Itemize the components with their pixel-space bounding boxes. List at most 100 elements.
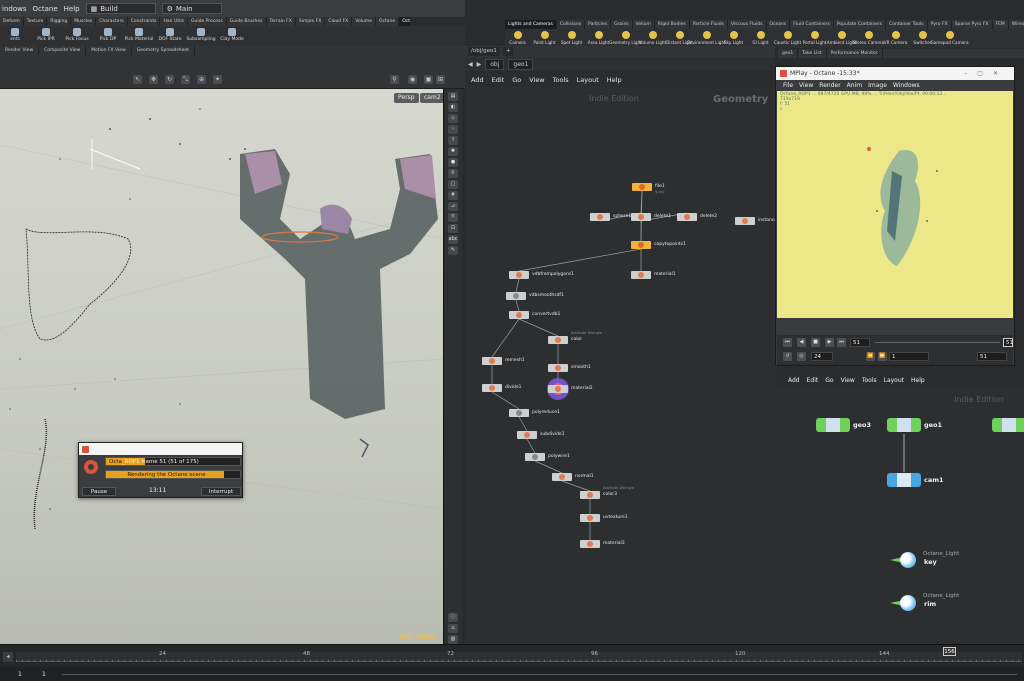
shelf-tab[interactable]: Wires [1009,20,1024,29]
network-node[interactable] [525,453,545,461]
pose-tool-icon[interactable]: ✦ [213,75,222,84]
network-node[interactable] [580,540,600,548]
menu-item[interactable]: View [529,76,544,84]
shelf-tool[interactable]: Pick DP [95,26,121,46]
home-icon[interactable]: ⌂ [448,624,458,633]
menu-item[interactable]: Add [788,377,800,384]
shelf-tab[interactable]: Texture [24,17,48,26]
wireframe-icon[interactable]: ◇ [448,114,458,123]
pause-button[interactable]: Pause [82,487,116,496]
paint-icon[interactable]: ✎ [448,246,458,255]
shelf-tab[interactable]: Rigging [47,17,72,26]
light-shelf-tool[interactable]: Switcher [910,29,935,48]
network-node[interactable] [735,217,755,225]
display-options-icon[interactable]: ◉ [408,75,417,84]
shelf-tool[interactable]: Pick IPR [33,26,59,46]
pane-tab[interactable]: Composite View [39,46,87,55]
menu-item[interactable]: View [799,82,813,89]
shelf-tab[interactable]: Lights and Cameras [505,20,557,29]
pane-tab[interactable]: Motion FX View [86,46,132,55]
network-node[interactable] [482,357,502,365]
shelf-tab[interactable]: Simple FX [296,17,326,26]
menu-item[interactable]: Anim [847,82,862,89]
shelf-tool[interactable]: Pick Material [125,26,153,46]
range-current[interactable]: 1 [42,670,46,679]
node-light-rim[interactable] [890,595,920,611]
scale-tool-icon[interactable]: ⤡ [181,75,190,84]
node-geo-extra[interactable] [992,418,1024,432]
menu-octane[interactable]: Octane [32,5,57,13]
pane-tab[interactable]: Take List [798,49,827,58]
node-light-key[interactable] [890,552,920,568]
lock-camera-icon[interactable]: ▤ [448,92,458,101]
camera-persp-chip[interactable]: Persp [394,93,419,103]
network-node[interactable] [631,271,651,279]
object-network-canvas[interactable]: Indie Edition geo3 geo1 cam1 Octane_Ligh… [778,387,1024,644]
menu-item[interactable]: Render [819,82,840,89]
loop-icon[interactable]: ↺ [783,352,792,361]
light-shelf-tool[interactable]: Portal Light [802,29,827,48]
shelf-tab[interactable]: Viscous Fluids [728,20,767,29]
timeline-bar[interactable]: 24 48 72 96 120 144 [16,651,1022,662]
shelf-tool[interactable]: Subsampling [186,26,216,46]
network-node[interactable] [631,213,651,221]
shelf-tab[interactable]: Hair Utils [160,17,189,26]
pin-icon[interactable]: ⚲ [390,75,399,84]
range-end-icon[interactable]: ⏩ [878,352,887,361]
network-node[interactable] [590,213,610,221]
first-frame-icon[interactable]: ⏮ [783,338,792,347]
stop-icon[interactable]: ■ [811,338,820,347]
network-node[interactable] [677,213,697,221]
handle-tool-icon[interactable]: ⊕ [197,75,206,84]
geometry-network-canvas[interactable]: Indie Edition Geometry file1 $.obj sphere1… [465,87,777,644]
network-node[interactable] [548,336,568,344]
menu-item[interactable]: Go [825,377,833,384]
shelf-tab[interactable]: Octane [376,17,400,26]
network-node[interactable] [631,241,651,249]
menu-item[interactable]: Help [607,76,622,84]
shelf-tab[interactable]: Terrain FX [267,17,296,26]
network-node[interactable] [552,473,572,481]
realtime-icon[interactable]: ◎ [797,352,806,361]
node-cam1[interactable] [887,473,921,487]
menu-item[interactable]: Help [911,377,925,384]
shelf-tab[interactable]: Cloud FX [325,17,353,26]
light-shelf-tool[interactable]: Ambient Light [827,29,856,48]
prev-frame-icon[interactable]: ◀ [797,338,806,347]
shelf-tool[interactable]: DOF State [157,26,183,46]
zoom-field[interactable]: 24 [811,352,833,361]
menu-item[interactable]: View [841,377,855,384]
shelf-tab[interactable]: Vellum [633,20,655,29]
shelf-tab[interactable]: Particles [585,20,612,29]
path-obj[interactable]: obj [485,58,505,70]
shading-icon[interactable]: ● [448,158,458,167]
menu-item[interactable]: Go [512,76,521,84]
menu-item[interactable]: Layout [884,377,904,384]
box-icon[interactable]: ▢ [448,180,458,189]
play-icon[interactable]: ▶ [825,338,834,347]
shelf-tab[interactable]: Guide Brushes [227,17,267,26]
shelf-tool[interactable]: Clay Mode [219,26,245,46]
interrupt-button[interactable]: Interrupt [201,487,241,496]
shelf-tab[interactable]: Sparse Pyro FX [952,20,993,29]
network-node[interactable] [509,311,529,319]
path-tab[interactable]: /obj/geo1 [468,47,500,56]
menu-item[interactable]: Windows [893,82,920,89]
pane-tab[interactable]: Performance Monitor [827,49,883,58]
move-tool-icon[interactable]: ✥ [149,75,158,84]
ghost-icon[interactable]: ◐ [448,103,458,112]
shelf-tab[interactable]: Container Tools [886,20,928,29]
menu-item[interactable]: Edit [492,76,505,84]
menu-help[interactable]: Help [64,5,80,13]
shelf-tab[interactable]: Oceans [767,20,791,29]
shelf-tab[interactable]: Particle Fluids [690,20,728,29]
network-node[interactable] [482,384,502,392]
help-icon[interactable]: ⓘ [448,613,458,622]
handle-icon[interactable]: ⤧ [448,213,458,222]
shelf-tab[interactable]: Octane IPR [399,17,410,26]
light-bulb-icon[interactable]: ✺ [448,147,458,156]
shelf-tab[interactable]: Characters [96,17,128,26]
light-shelf-tool[interactable]: Caustic Light [774,29,801,48]
uv-icon[interactable]: ⊡ [448,224,458,233]
shelf-tab[interactable]: Populate Containers [834,20,887,29]
